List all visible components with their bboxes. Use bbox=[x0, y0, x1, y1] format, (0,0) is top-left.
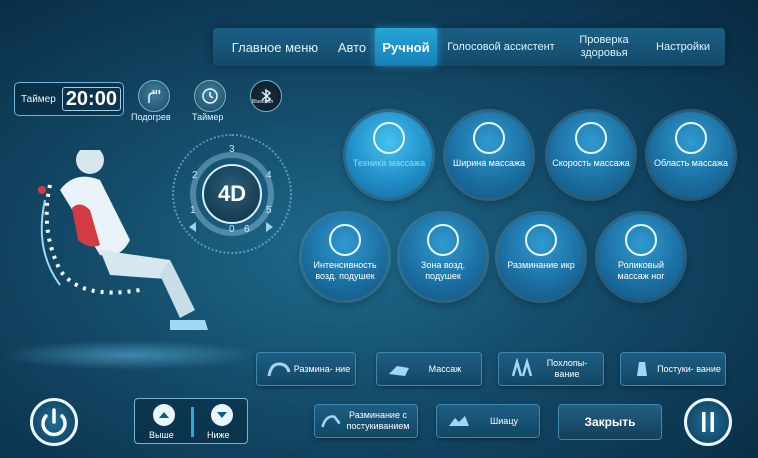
clapping-button[interactable]: Похлопы- вание bbox=[498, 352, 604, 386]
tab-manual[interactable]: Ручной bbox=[375, 28, 437, 66]
kneading-tapping-button[interactable]: Разминание с постукиванием bbox=[314, 404, 418, 438]
dial-level-5: 5 bbox=[266, 205, 272, 216]
timer-small-label: Таймер bbox=[192, 112, 224, 122]
tab-settings[interactable]: Настройки bbox=[645, 28, 721, 66]
heat-label: Подогрев bbox=[131, 112, 171, 122]
down-label: Ниже bbox=[207, 430, 230, 440]
calf-kneading-label: Разминание икр bbox=[507, 260, 575, 270]
chair-illustration bbox=[38, 150, 208, 330]
clapping-hand-icon bbox=[511, 358, 533, 377]
position-divider bbox=[191, 407, 194, 437]
bluetooth-button[interactable] bbox=[250, 80, 282, 112]
kneading-label: Размина- ние bbox=[293, 363, 351, 374]
tapping-label: Постуки- вание bbox=[657, 363, 721, 374]
timer-button[interactable] bbox=[194, 80, 226, 112]
massage-area-button[interactable]: Область массажа bbox=[648, 112, 734, 198]
dial-level-6: 6 bbox=[244, 224, 250, 235]
tab-health-check[interactable]: Проверка здоровья bbox=[565, 28, 643, 66]
kneading-tapping-label: Разминание с постукиванием bbox=[346, 410, 410, 431]
foot-roller-icon bbox=[625, 224, 657, 256]
calf-icon bbox=[525, 224, 557, 256]
clapping-label: Похлопы- вание bbox=[546, 358, 588, 379]
bluetooth-label: Bluetooth bbox=[252, 99, 274, 105]
heat-button[interactable] bbox=[138, 80, 170, 112]
dial-level-3: 3 bbox=[229, 144, 235, 155]
timer-value: 20:00 bbox=[61, 87, 121, 111]
massage-technique-label: Техника массажа bbox=[352, 158, 426, 168]
position-control: Выше Ниже bbox=[134, 398, 248, 444]
airbag-zone-button[interactable]: Зона возд. подушек bbox=[400, 214, 486, 300]
shiatsu-button[interactable]: Шиацу bbox=[436, 404, 540, 438]
heat-icon bbox=[148, 89, 161, 103]
timer-display[interactable]: Таймер 20:00 bbox=[14, 82, 124, 116]
tab-voice-assistant[interactable]: Голосовой ассистент bbox=[439, 28, 563, 66]
close-button[interactable]: Закрыть bbox=[558, 404, 662, 440]
massage-technique-icon bbox=[373, 122, 405, 154]
dial-level-0: 0 bbox=[229, 224, 235, 235]
tapping-button[interactable]: Постуки- вание bbox=[620, 352, 726, 386]
massage-speed-button[interactable]: Скорость массажа bbox=[548, 112, 634, 198]
tapping-hand-icon bbox=[637, 362, 647, 376]
timer-label: Таймер bbox=[21, 93, 56, 105]
foot-roller-button[interactable]: Роликовый массаж ног bbox=[598, 214, 684, 300]
dial-level-4: 4 bbox=[266, 170, 272, 181]
down-button[interactable] bbox=[211, 404, 233, 426]
kneading-hand-icon bbox=[267, 362, 291, 377]
airbag-zone-icon bbox=[427, 224, 459, 256]
airbag-zone-label: Зона возд. подушек bbox=[420, 260, 466, 281]
pause-icon bbox=[702, 412, 714, 432]
speed-bars-icon bbox=[575, 122, 607, 154]
massage-hand-icon bbox=[389, 366, 409, 376]
airbag-intensity-button[interactable]: Интенсивность возд. подушек bbox=[302, 214, 388, 300]
up-button[interactable] bbox=[153, 404, 175, 426]
kneading-tapping-icon bbox=[321, 415, 341, 428]
top-menu-bar: Главное меню Авто Ручной Голосовой ассис… bbox=[213, 28, 725, 66]
arrow-down-icon bbox=[217, 412, 227, 418]
airbag-intensity-icon bbox=[329, 224, 361, 256]
massage-chair-control-screen: Главное меню Авто Ручной Голосовой ассис… bbox=[0, 0, 758, 458]
pause-button[interactable] bbox=[684, 398, 732, 446]
massage-button[interactable]: Массаж bbox=[376, 352, 482, 386]
area-icon bbox=[675, 122, 707, 154]
shiatsu-icon bbox=[449, 416, 469, 426]
massage-area-label: Область массажа bbox=[653, 158, 729, 168]
massage-speed-label: Скорость массажа bbox=[552, 158, 630, 168]
clock-icon bbox=[202, 88, 218, 104]
floor-glow bbox=[0, 340, 260, 370]
massage-width-label: Ширина массажа bbox=[452, 158, 525, 168]
tab-auto[interactable]: Авто bbox=[331, 28, 373, 66]
arrow-up-icon bbox=[159, 412, 169, 418]
massage-technique-button[interactable]: Техника массажа bbox=[346, 112, 432, 198]
power-icon bbox=[41, 408, 67, 437]
width-icon bbox=[473, 122, 505, 154]
up-label: Выше bbox=[149, 430, 174, 440]
kneading-button[interactable]: Размина- ние bbox=[256, 352, 356, 386]
foot-roller-label: Роликовый массаж ног bbox=[617, 260, 665, 281]
massage-label: Массаж bbox=[428, 363, 462, 374]
dial-increase-icon[interactable] bbox=[262, 220, 276, 234]
massage-width-button[interactable]: Ширина массажа bbox=[446, 112, 532, 198]
calf-kneading-button[interactable]: Разминание икр bbox=[498, 214, 584, 300]
airbag-intensity-label: Интенсивность возд. подушек bbox=[313, 260, 377, 281]
shiatsu-label: Шиацу bbox=[490, 415, 518, 426]
power-button[interactable] bbox=[30, 398, 78, 446]
tab-main-menu[interactable]: Главное меню bbox=[219, 28, 331, 66]
